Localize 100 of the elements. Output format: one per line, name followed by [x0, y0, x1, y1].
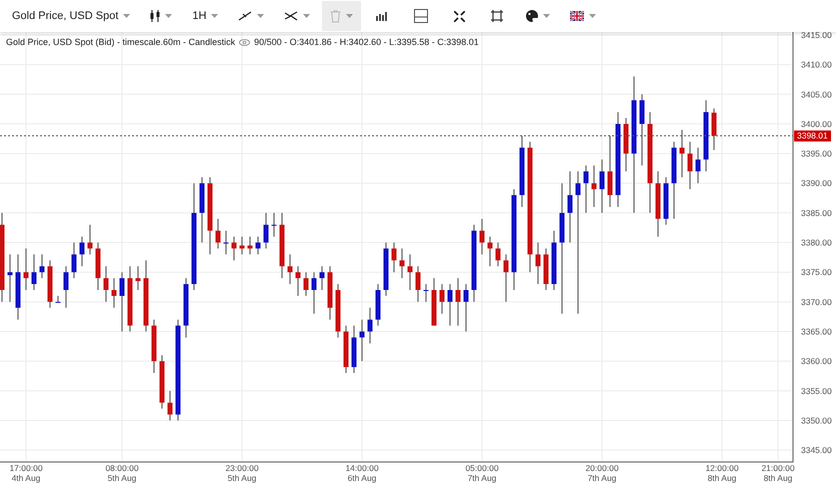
axis-label: 17:00:00 4th Aug: [8, 464, 44, 483]
axis-label: 23:00:00 5th Aug: [224, 464, 260, 483]
axis-label: 20:00:00 7th Aug: [584, 464, 620, 483]
candlestick: [16, 254, 20, 320]
candlestick: [352, 325, 356, 374]
candlestick: [328, 266, 332, 320]
axis-label: 3405.00: [801, 89, 832, 100]
caret-icon: [346, 14, 354, 18]
line-tool-icon: [238, 11, 252, 21]
caret-icon: [257, 14, 264, 18]
candlestick: [32, 254, 36, 290]
candlestick: [72, 242, 76, 279]
candlestick: [8, 254, 12, 302]
candlestick: [456, 278, 460, 326]
candlestick: [400, 248, 404, 279]
candlestick: [80, 236, 84, 267]
axis-label: 3395.00: [801, 148, 832, 159]
candlestick: [264, 212, 268, 249]
candlestick: [248, 236, 252, 255]
caret-icon: [589, 14, 596, 18]
axis-label: 3390.00: [801, 178, 832, 188]
candlestick: [376, 284, 380, 326]
dropdown-button[interactable]: 1H: [184, 1, 226, 31]
axis-label: 3360.00: [801, 356, 832, 366]
trash-icon: [330, 10, 342, 22]
caret-icon: [303, 14, 310, 18]
last-price-label: 3398.01: [794, 130, 831, 142]
candlestick: [384, 242, 388, 296]
candlestick: [272, 212, 276, 238]
axis-label: 12:00:00 8th Aug: [704, 464, 740, 483]
axis-label: 3415.00: [801, 32, 832, 40]
candlestick: [336, 284, 340, 338]
candlestick: [464, 284, 468, 332]
candlestick: [88, 224, 92, 255]
caret-icon: [211, 14, 218, 18]
candlestick: [200, 176, 204, 244]
candlestick-icon: [150, 9, 160, 23]
fullscreen-icon: [491, 10, 504, 22]
candlestick: [392, 242, 396, 273]
candlestick: [216, 218, 220, 249]
candlestick: [152, 319, 156, 374]
candlestick: [592, 164, 596, 208]
candlestick: [600, 159, 604, 214]
axis-label: 3385.00: [801, 208, 832, 218]
palette-icon: [526, 10, 538, 22]
candlestick: [424, 284, 428, 302]
candlestick: [448, 284, 452, 326]
candlestick: [432, 278, 436, 326]
candlestick: [168, 390, 172, 421]
candlestick: [64, 266, 68, 308]
candlestick: [624, 118, 628, 172]
candlestick: [656, 170, 660, 238]
candlestick: [184, 278, 188, 338]
candlestick: [256, 236, 260, 255]
axis-label: 3380.00: [801, 238, 832, 248]
candlestick: [480, 218, 484, 255]
price-readout: 90/500 - O:3401.86 - H:3402.60 - L:3395.58 - C:3398.01: [254, 37, 479, 47]
candlestick: [224, 230, 228, 255]
candlestick: [48, 260, 52, 308]
caret-icon: [165, 14, 172, 18]
candlestick: [312, 272, 316, 314]
dropdown-button[interactable]: Gold Price, USD Spot: [4, 1, 138, 31]
candlestick: [416, 266, 420, 302]
candlestick: [368, 307, 372, 344]
collapse-icon: [454, 10, 466, 22]
candlestick: [440, 284, 444, 314]
candlestick: [504, 254, 508, 302]
candlestick: [96, 242, 100, 290]
split-panel-icon: [414, 9, 428, 23]
candlestick: [696, 147, 700, 184]
candlestick: [112, 278, 116, 308]
candlestick: [344, 325, 348, 374]
candlestick: [288, 254, 292, 285]
axis-label: 3345.00: [801, 445, 832, 456]
candlestick: [240, 236, 244, 255]
axis-label: 3410.00: [801, 60, 832, 70]
candlestick: [536, 242, 540, 285]
candlestick: [552, 230, 556, 290]
axis-label: 05:00:00 7th Aug: [464, 464, 500, 483]
eye-icon[interactable]: [239, 38, 250, 46]
candlestick: [104, 266, 108, 302]
candlestick: [40, 254, 44, 279]
bar-chart-icon: [376, 11, 388, 21]
candlestick: [712, 108, 716, 151]
axis-label: 3355.00: [801, 386, 832, 396]
candlestick: [496, 242, 500, 267]
candlestick: [360, 319, 364, 362]
axis-label: 21:00:00 8th Aug: [760, 464, 796, 483]
axis-label: 3350.00: [801, 415, 832, 426]
candlestick: [280, 212, 284, 279]
candlestick: [120, 272, 124, 332]
candlestick: [544, 248, 548, 290]
axis-label: 3400.00: [801, 118, 832, 129]
candlestick: [688, 141, 692, 190]
candlestick: [664, 176, 668, 226]
candlestick: [408, 254, 412, 290]
candlestick: [680, 129, 684, 178]
axis-label: 08:00:00 5th Aug: [104, 464, 140, 483]
candlestick: [56, 295, 60, 303]
crossing-lines-icon: [284, 11, 298, 21]
